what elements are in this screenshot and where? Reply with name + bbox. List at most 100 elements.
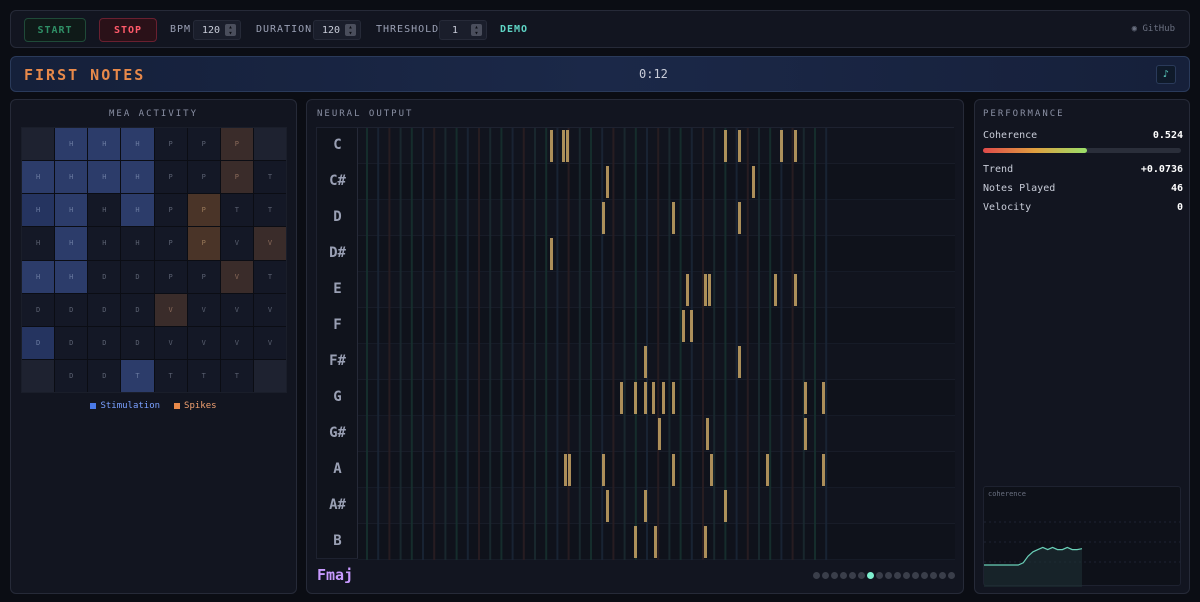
page-dot[interactable] (948, 572, 955, 579)
start-button[interactable]: START (24, 18, 86, 42)
page-dot[interactable] (822, 572, 829, 579)
bpm-stepper-icon[interactable]: ▴ ▾ (225, 24, 236, 37)
page-dot[interactable] (849, 572, 856, 579)
github-icon: ◉ (1131, 24, 1138, 34)
music-note-icon[interactable]: ♪ (1156, 65, 1176, 84)
electrode-cell (253, 359, 286, 392)
electrode-cell: P (187, 260, 220, 293)
note-event (704, 274, 707, 306)
bpm-input[interactable]: 120 ▴ ▾ (193, 20, 241, 40)
note-name: F (333, 317, 342, 333)
duration-stepper-icon[interactable]: ▴ ▾ (345, 24, 356, 37)
electrode-cell: P (187, 194, 220, 227)
page-dot[interactable] (939, 572, 946, 579)
note-row-bg (358, 272, 955, 308)
notes-played-row: Notes Played 46 (983, 183, 1183, 194)
bpm-value: 120 (202, 24, 221, 36)
note-row-bg (358, 344, 955, 380)
electrode-cell: V (253, 326, 286, 359)
electrode-cell: D (121, 260, 154, 293)
bpm-label: BPM (170, 24, 192, 35)
note-event (606, 490, 609, 522)
page-dot[interactable] (921, 572, 928, 579)
page-dot[interactable] (876, 572, 883, 579)
electrode-cell: D (55, 293, 88, 326)
note-event (602, 454, 605, 486)
note-event (738, 202, 741, 234)
threshold-input[interactable]: 1 ▴ ▾ (439, 20, 487, 40)
page-dot[interactable] (840, 572, 847, 579)
note-event (602, 202, 605, 234)
note-row-bg (358, 128, 955, 164)
coherence-value: 0.524 (1152, 130, 1183, 141)
electrode-cell: P (154, 194, 187, 227)
page-dot[interactable] (831, 572, 838, 579)
page-dot[interactable] (903, 572, 910, 579)
duration-input[interactable]: 120 ▴ ▾ (313, 20, 361, 40)
note-name-column: C C# D D# E F F# G G# A A# B (317, 128, 358, 558)
page-dot[interactable] (858, 572, 865, 579)
note-event (550, 130, 553, 162)
github-link[interactable]: ◉ GitHub (1132, 24, 1175, 34)
note-row-bg (358, 452, 955, 488)
note-event (738, 346, 741, 378)
note-event (652, 382, 655, 414)
note-event (606, 166, 609, 198)
page-dot[interactable] (813, 572, 820, 579)
electrode-cell: V (187, 293, 220, 326)
electrode-cell: P (154, 260, 187, 293)
mea-title: MEA ACTIVITY (108, 109, 199, 119)
page-dot[interactable] (894, 572, 901, 579)
electrode-cell: H (22, 260, 55, 293)
electrode-cell: H (121, 128, 154, 161)
electrode-cell: H (55, 128, 88, 161)
note-name: F# (329, 353, 346, 369)
note-event (804, 382, 807, 414)
page-dot[interactable] (930, 572, 937, 579)
spikes-swatch-icon (174, 403, 181, 409)
electrode-cell: D (88, 293, 121, 326)
stop-button[interactable]: STOP (99, 18, 157, 42)
note-event (550, 238, 553, 270)
legend-stimulation: Stimulation (90, 401, 160, 411)
electrode-cell: D (121, 293, 154, 326)
legend-spikes: Spikes (174, 401, 217, 411)
electrode-cell: H (88, 128, 121, 161)
note-event (564, 454, 567, 486)
electrode-cell: D (55, 326, 88, 359)
electrode-cell: H (121, 227, 154, 260)
electrode-cell (22, 128, 55, 161)
note-name: D# (329, 245, 346, 261)
threshold-label: THRESHOLD (376, 24, 440, 35)
note-row-bg (358, 488, 955, 524)
electrode-cell: T (154, 359, 187, 392)
electrode-cell: T (187, 359, 220, 392)
note-event (562, 130, 565, 162)
note-event (704, 526, 707, 558)
trend-label: Trend (983, 164, 1014, 175)
note-row-bg (358, 200, 955, 236)
note-name: A (333, 461, 342, 477)
note-event (690, 310, 693, 342)
note-row-bg (358, 308, 955, 344)
note-name: G (333, 389, 342, 405)
electrode-cell: D (88, 260, 121, 293)
electrode-cell: H (88, 194, 121, 227)
page-dot[interactable] (885, 572, 892, 579)
note-event (708, 274, 711, 306)
threshold-stepper-icon[interactable]: ▴ ▾ (471, 24, 482, 37)
electrode-cell: P (154, 227, 187, 260)
note-event (706, 418, 709, 450)
performance-panel: PERFORMANCE Coherence 0.524 Trend +0.073… (974, 99, 1190, 594)
note-row-bg (358, 164, 955, 200)
electrode-cell: H (88, 227, 121, 260)
electrode-cell: T (220, 359, 253, 392)
electrode-cell: H (55, 161, 88, 194)
demo-badge[interactable]: DEMO (500, 24, 528, 35)
duration-label: DURATION (256, 24, 313, 35)
page-dot[interactable] (912, 572, 919, 579)
electrode-cell: H (121, 161, 154, 194)
page-dot[interactable] (867, 572, 874, 579)
note-event (804, 418, 807, 450)
electrode-cell: P (220, 161, 253, 194)
